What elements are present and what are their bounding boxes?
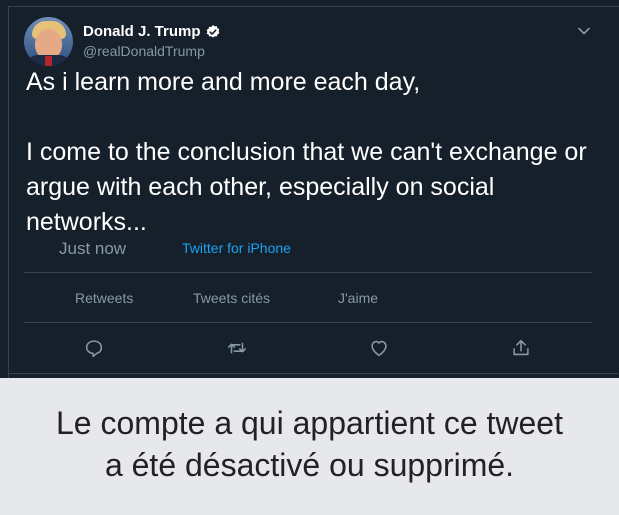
divider [24, 272, 592, 273]
engagement-stats: Retweets Tweets cités J'aime [24, 282, 592, 312]
reply-button[interactable] [83, 337, 105, 359]
retweets-stat[interactable]: Retweets [75, 290, 133, 306]
author-name-row[interactable]: Donald J. Trump [83, 23, 221, 40]
author-handle[interactable]: @realDonaldTrump [83, 43, 205, 59]
tweet-source-link[interactable]: Twitter for iPhone [182, 240, 291, 256]
author-name[interactable]: Donald J. Trump [83, 23, 201, 40]
notice-line: Le compte a qui appartient ce tweet [56, 405, 563, 441]
retweet-icon [227, 342, 247, 354]
quotes-stat[interactable]: Tweets cités [193, 290, 270, 306]
share-icon [513, 339, 529, 356]
like-icon [371, 340, 387, 357]
like-button[interactable] [368, 337, 390, 359]
tweet-text: As i learn more and more each day, I com… [26, 65, 606, 240]
account-deleted-notice: Le compte a qui appartient ce tweet a ét… [0, 378, 619, 515]
chevron-down-icon[interactable] [577, 24, 591, 38]
divider [24, 322, 592, 323]
verified-badge-icon [206, 24, 219, 38]
tweet-timestamp[interactable]: Just now [59, 239, 126, 259]
tweet-paragraph: I come to the conclusion that we can't e… [26, 138, 587, 236]
avatar[interactable] [24, 17, 73, 66]
notice-line: a été désactivé ou supprimé. [104, 447, 515, 483]
share-button[interactable] [510, 337, 532, 359]
tweet-paragraph: As i learn more and more each day, [26, 68, 421, 96]
divider [8, 373, 618, 374]
tweet-actions [9, 333, 619, 363]
reply-icon [85, 340, 103, 358]
notice-text: Le compte a qui appartient ce tweet a ét… [0, 402, 619, 486]
likes-stat[interactable]: J'aime [338, 290, 378, 306]
retweet-button[interactable] [226, 337, 248, 359]
tweet-card: Donald J. Trump @realDonaldTrump As i le… [8, 6, 619, 379]
